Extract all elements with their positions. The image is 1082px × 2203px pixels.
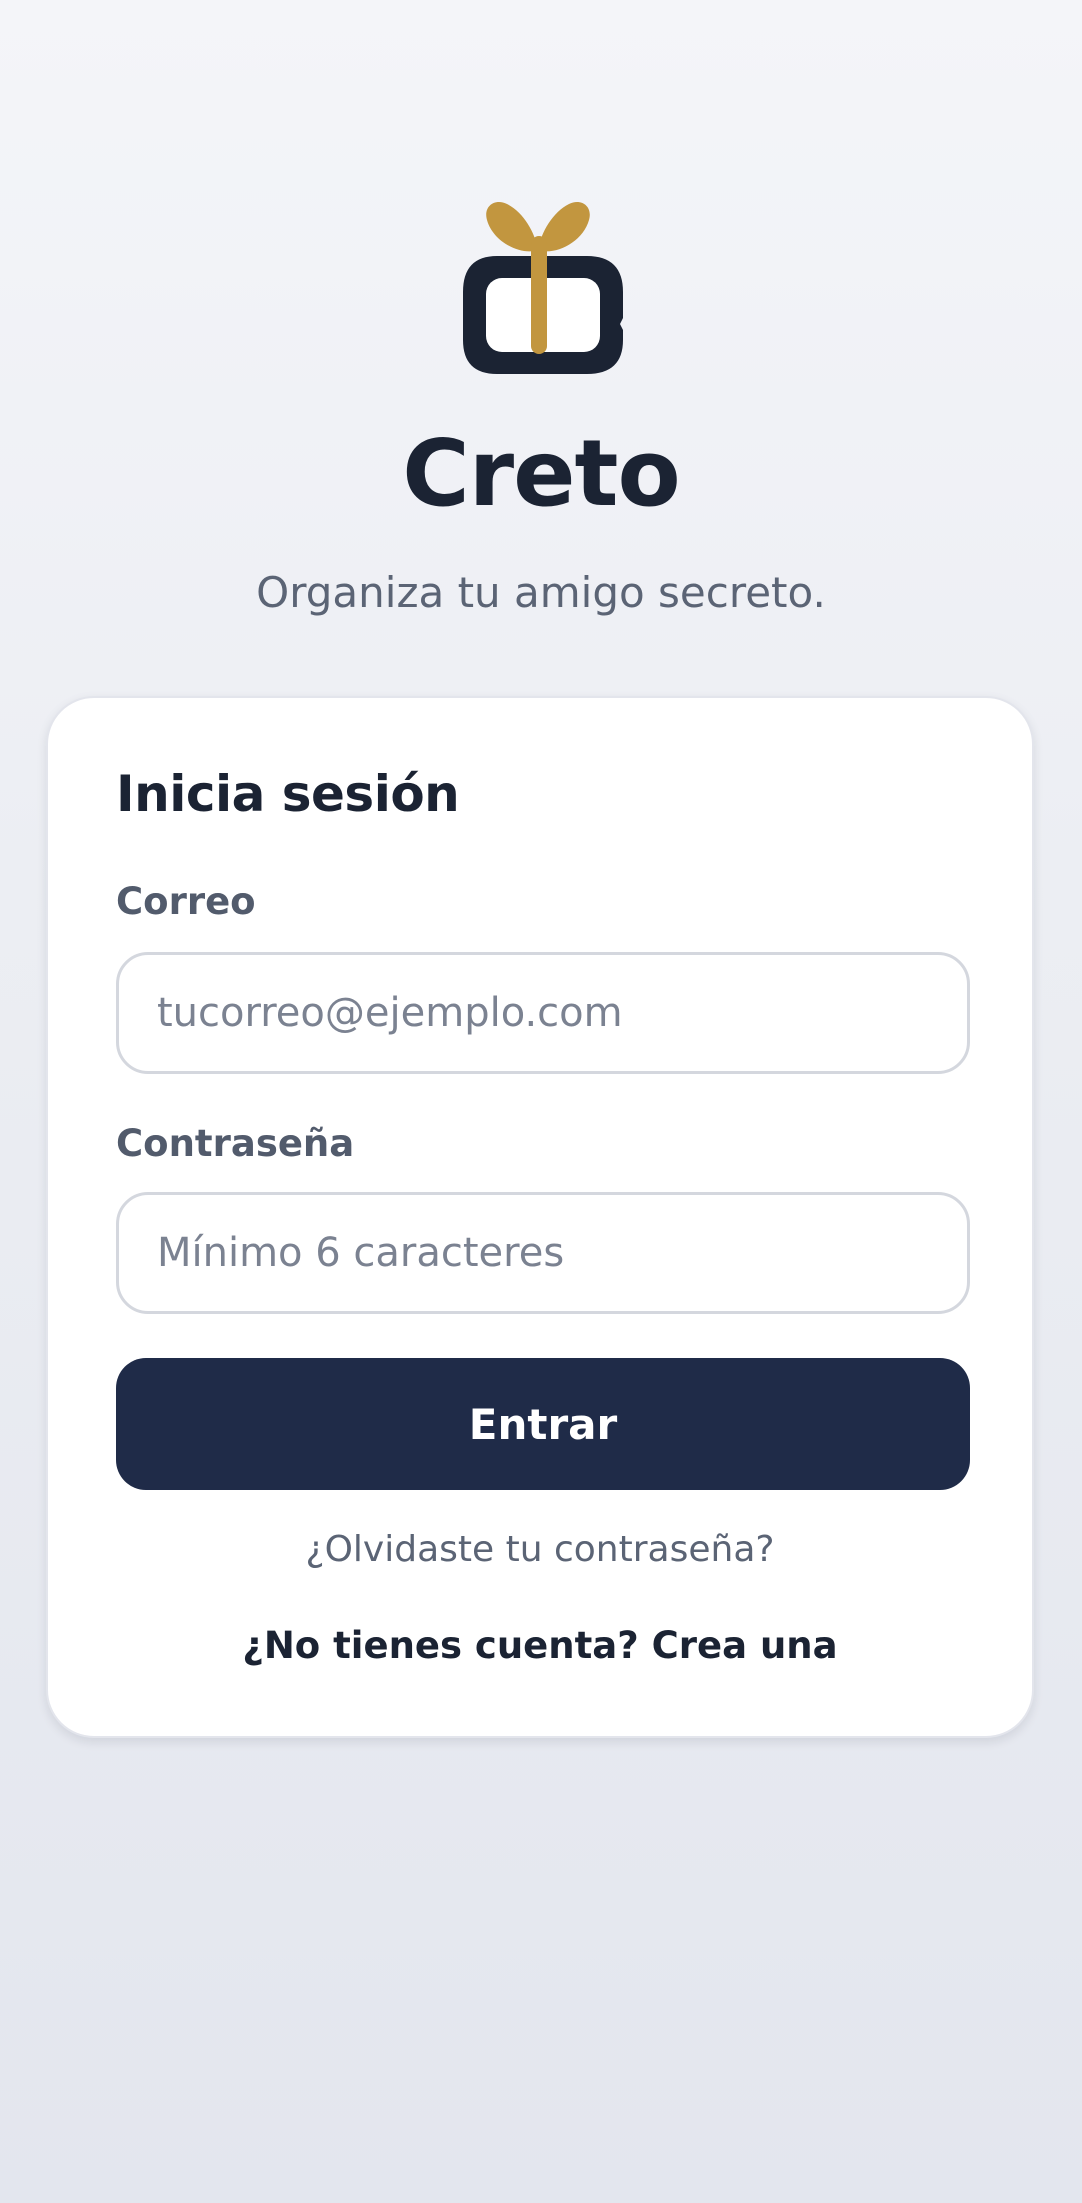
signup-link[interactable]: ¿No tienes cuenta? Crea una bbox=[48, 1624, 1032, 1668]
password-label: Contraseña bbox=[116, 1122, 355, 1165]
app-title: Creto bbox=[402, 420, 680, 527]
email-label: Correo bbox=[116, 880, 256, 923]
email-field[interactable] bbox=[116, 952, 970, 1074]
login-heading: Inicia sesión bbox=[116, 765, 460, 823]
gift-icon bbox=[463, 201, 623, 374]
login-button[interactable]: Entrar bbox=[116, 1358, 970, 1490]
forgot-password-link[interactable]: ¿Olvidaste tu contraseña? bbox=[48, 1528, 1032, 1571]
password-field[interactable] bbox=[116, 1192, 970, 1314]
app-tagline: Organiza tu amigo secreto. bbox=[256, 568, 826, 617]
login-card: Inicia sesión Correo Contraseña Entrar ¿… bbox=[46, 696, 1034, 1738]
